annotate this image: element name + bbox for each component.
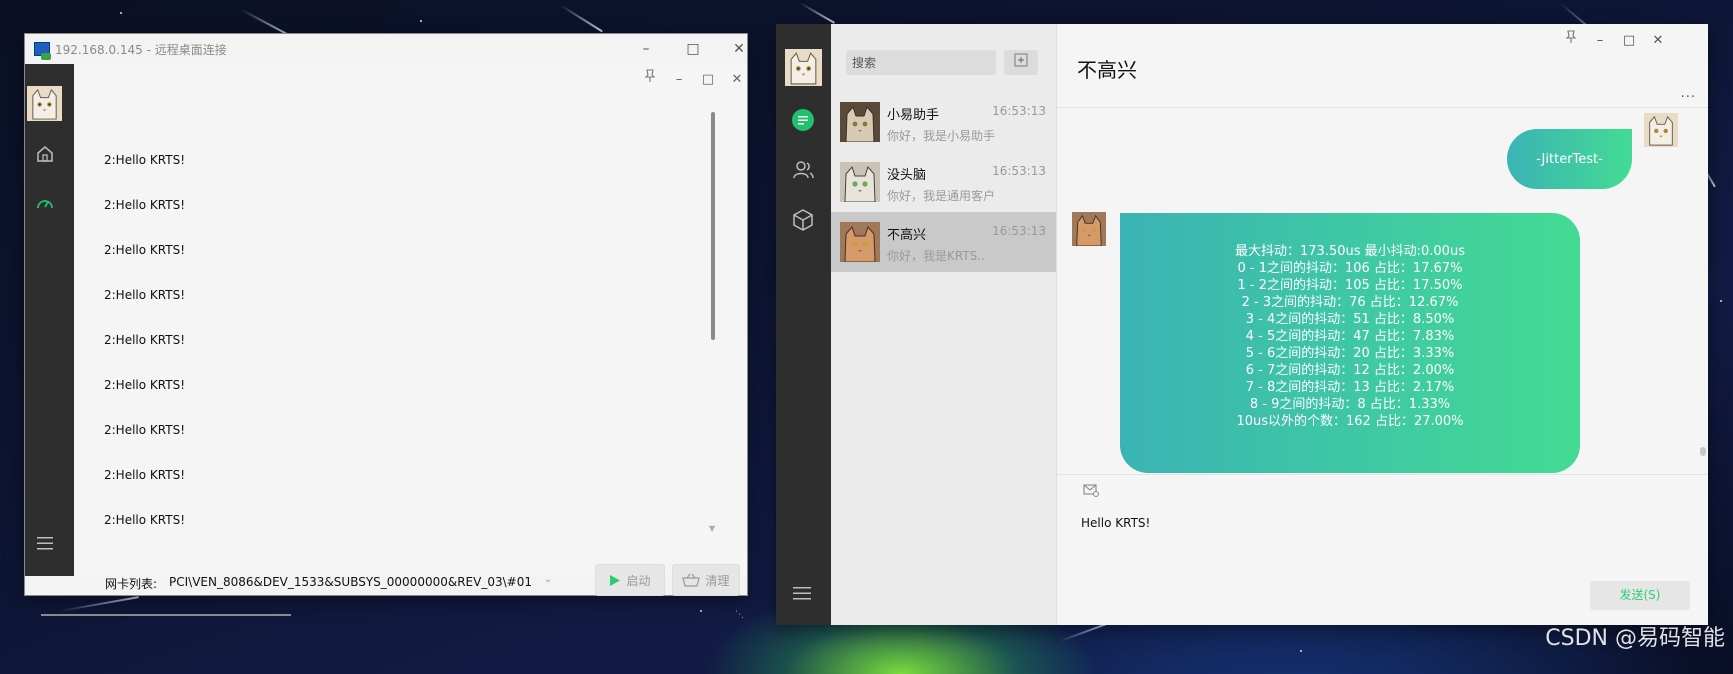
log-line: 2:Hello KRTS! xyxy=(104,288,185,302)
play-icon xyxy=(610,574,621,586)
log-line: 2:Hello KRTS! xyxy=(104,333,185,347)
outgoing-message: -JitterTest- xyxy=(1507,129,1632,189)
contact-avatar xyxy=(840,102,880,142)
more-options-icon[interactable]: ... xyxy=(1681,86,1696,101)
contact-avatar xyxy=(840,162,880,202)
nic-label: 网卡列表: xyxy=(105,577,158,591)
scroll-arrow-icon[interactable]: ▼ xyxy=(709,524,717,533)
close-icon[interactable]: ✕ xyxy=(1644,29,1672,53)
remote-desktop-window: 192.168.0.145 - 远程桌面连接 – □ ✕ – □ ✕ 2:Hel… xyxy=(24,33,748,620)
chat-scrollbar[interactable] xyxy=(1700,447,1706,456)
log-panel: – □ ✕ 2:Hello KRTS! 2:Hello KRTS! 2:Hell… xyxy=(74,64,747,596)
menu-icon[interactable] xyxy=(35,534,55,552)
contact-preview: 你好，我是KRTS.. xyxy=(887,249,985,263)
header-divider xyxy=(1057,107,1708,108)
add-chat-button[interactable] xyxy=(1004,50,1038,75)
contact-time: 16:53:13 xyxy=(992,104,1046,118)
remote-desktop-titlebar[interactable]: 192.168.0.145 - 远程桌面连接 – □ ✕ xyxy=(25,34,747,64)
user-avatar[interactable] xyxy=(785,49,822,86)
csdn-watermark: CSDN @易码智能 xyxy=(1545,626,1725,651)
log-line: 2:Hello KRTS! xyxy=(104,198,185,212)
window-title: 192.168.0.145 - 远程桌面连接 xyxy=(55,43,227,57)
log-line: 2:Hello KRTS! xyxy=(104,378,185,392)
log-line: 2:Hello KRTS! xyxy=(104,243,185,257)
contact-name: 没头脑 xyxy=(887,168,927,183)
conversation-item[interactable]: 小易助手 16:53:13 你好，我是小易助手 xyxy=(831,92,1056,152)
cube-icon[interactable] xyxy=(791,208,815,232)
log-line: 2:Hello KRTS! xyxy=(104,513,185,527)
jitter-line: 8 - 9之间的抖动：8 占比：1.33% xyxy=(1249,397,1451,412)
chevron-down-icon[interactable]: ⌄ xyxy=(544,574,552,585)
jitter-line: 3 - 4之间的抖动：51 占比：8.50% xyxy=(1245,312,1455,327)
log-line: 2:Hello KRTS! xyxy=(104,468,185,482)
pin-icon[interactable] xyxy=(1557,29,1585,53)
nic-select[interactable]: PCI\VEN_8086&DEV_1533&SUBSYS_00000000&RE… xyxy=(169,575,532,589)
chat-title: 不高兴 xyxy=(1077,58,1137,82)
self-avatar[interactable] xyxy=(1644,113,1678,147)
plus-icon xyxy=(1014,53,1028,67)
jitter-line: 0 - 1之间的抖动：106 占比：17.67% xyxy=(1237,261,1463,276)
cat-avatar[interactable] xyxy=(27,86,62,121)
menu-icon[interactable] xyxy=(791,584,813,602)
app-maximize-icon[interactable]: □ xyxy=(694,69,722,91)
start-label: 启动 xyxy=(626,573,651,588)
jitter-line: 1 - 2之间的抖动：105 占比：17.50% xyxy=(1237,278,1463,293)
log-line: 2:Hello KRTS! xyxy=(104,423,185,437)
jitter-line: 6 - 7之间的抖动：12 占比：2.00% xyxy=(1245,363,1455,378)
maximize-icon[interactable]: □ xyxy=(1615,29,1643,53)
contact-name: 小易助手 xyxy=(887,108,940,123)
chat-window: 小易助手 16:53:13 你好，我是小易助手 没头脑 16:53:13 你好，… xyxy=(776,24,1708,625)
contact-name: 不高兴 xyxy=(887,228,927,243)
contact-time: 16:53:13 xyxy=(992,164,1046,178)
home-icon[interactable] xyxy=(35,144,55,164)
minimize-icon[interactable]: – xyxy=(1586,29,1614,53)
clear-label: 清理 xyxy=(705,573,730,588)
conversation-item-active[interactable]: 不高兴 16:53:13 你好，我是KRTS.. xyxy=(831,212,1056,272)
app-minimize-icon[interactable]: – xyxy=(665,69,693,91)
incoming-message: 最大抖动：173.50us 最小抖动:0.00us 0 - 1之间的抖动：106… xyxy=(1120,213,1580,473)
minimize-icon[interactable]: – xyxy=(631,36,661,62)
conversation-panel: – □ ✕ 不高兴 ... -JitterTest- 最大抖动：173.50us… xyxy=(1057,24,1708,625)
basket-icon xyxy=(682,573,701,587)
clear-button[interactable]: 清理 xyxy=(672,564,740,596)
start-button[interactable]: 启动 xyxy=(595,564,665,596)
conversation-list: 小易助手 16:53:13 你好，我是小易助手 没头脑 16:53:13 你好，… xyxy=(831,24,1057,625)
send-button[interactable]: 发送(S) xyxy=(1590,581,1690,610)
jitter-line: 10us以外的个数：162 占比：27.00% xyxy=(1236,414,1464,429)
conversation-item[interactable]: 没头脑 16:53:13 你好，我是通用客户 xyxy=(831,152,1056,212)
close-icon[interactable]: ✕ xyxy=(724,36,754,62)
gauge-icon[interactable] xyxy=(35,194,55,214)
remote-app: – □ ✕ 2:Hello KRTS! 2:Hello KRTS! 2:Hell… xyxy=(25,64,747,620)
contact-preview: 你好，我是小易助手 xyxy=(887,129,995,143)
message-input[interactable]: Hello KRTS! xyxy=(1081,516,1150,530)
contact-avatar xyxy=(840,222,880,262)
contact-time: 16:53:13 xyxy=(992,224,1046,238)
log-line: 2:Hello KRTS! xyxy=(104,153,185,167)
peer-avatar[interactable] xyxy=(1072,212,1106,246)
jitter-line: 7 - 8之间的抖动：13 占比：2.17% xyxy=(1245,380,1455,395)
maximize-icon[interactable]: □ xyxy=(678,36,708,62)
jitter-line: 4 - 5之间的抖动：47 占比：7.83% xyxy=(1245,329,1455,344)
pin-icon[interactable] xyxy=(636,69,664,91)
app-sidebar xyxy=(25,64,74,576)
input-divider xyxy=(1057,474,1708,475)
contact-preview: 你好，我是通用客户 xyxy=(887,189,995,203)
app-close-icon[interactable]: ✕ xyxy=(723,69,751,91)
jitter-line: 最大抖动：173.50us 最小抖动:0.00us xyxy=(1235,244,1465,259)
log-scrollbar[interactable] xyxy=(711,112,715,340)
horizontal-scrollbar[interactable] xyxy=(41,614,291,616)
mail-icon[interactable] xyxy=(1083,483,1099,497)
search-input[interactable] xyxy=(846,50,996,75)
chat-icon[interactable] xyxy=(791,108,815,132)
chat-sidebar xyxy=(776,24,831,625)
remote-desktop-icon xyxy=(34,42,51,60)
jitter-line: 2 - 3之间的抖动：76 占比：12.67% xyxy=(1241,295,1459,310)
contacts-icon[interactable] xyxy=(791,158,815,182)
resize-grip-icon[interactable]: ⋱ xyxy=(735,610,744,620)
jitter-line: 5 - 6之间的抖动：20 占比：3.33% xyxy=(1245,346,1455,361)
